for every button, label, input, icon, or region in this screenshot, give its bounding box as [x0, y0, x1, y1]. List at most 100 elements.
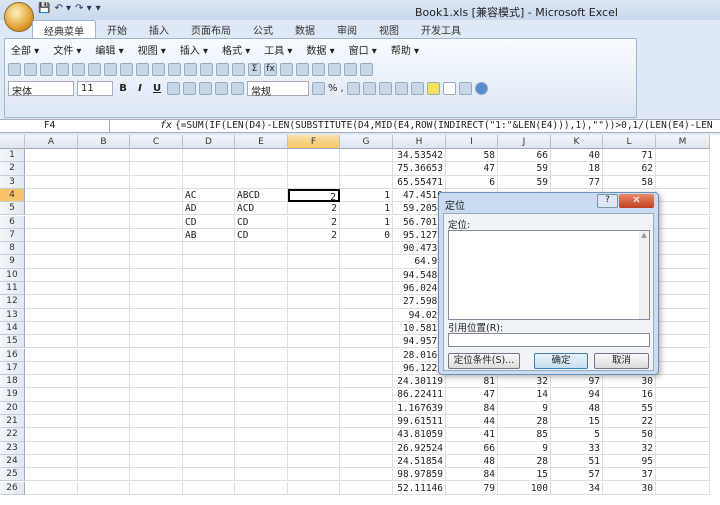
cell-A17[interactable]	[25, 361, 78, 376]
cell-M7[interactable]	[656, 228, 710, 243]
cell-A13[interactable]	[25, 308, 78, 322]
cell-A21[interactable]	[25, 415, 78, 429]
cell-D26[interactable]	[183, 481, 235, 495]
cell-E4[interactable]: ABCD	[235, 188, 288, 203]
cell-C7[interactable]	[130, 228, 183, 243]
cell-G15[interactable]	[340, 335, 393, 349]
cell-J2[interactable]: 59	[498, 162, 551, 176]
pivot-icon[interactable]	[344, 63, 357, 76]
cell-C15[interactable]	[130, 335, 183, 349]
row-header-18[interactable]: 18	[0, 375, 25, 389]
cell-D10[interactable]	[183, 268, 235, 282]
underline-button[interactable]: U	[150, 83, 164, 94]
cell-D2[interactable]	[183, 162, 235, 176]
cell-M18[interactable]	[656, 375, 710, 389]
cell-L23[interactable]: 32	[603, 441, 656, 455]
tab-6[interactable]: 审阅	[326, 20, 368, 38]
cell-A14[interactable]	[25, 321, 78, 336]
fill-color-icon[interactable]	[426, 82, 440, 95]
cell-G4[interactable]: 1	[340, 188, 393, 203]
cell-L1[interactable]: 71	[603, 149, 656, 163]
number-format-select[interactable]: 常规	[247, 81, 309, 98]
cell-B12[interactable]	[78, 295, 130, 309]
qat-button[interactable]: ↶ ▾	[54, 3, 71, 14]
print-preview-icon[interactable]	[104, 63, 117, 76]
cell-M21[interactable]	[656, 415, 710, 429]
cell-C20[interactable]	[130, 401, 183, 415]
copy-icon[interactable]	[152, 63, 165, 76]
cancel-button[interactable]: 取消	[594, 353, 649, 369]
cell-I26[interactable]: 79	[446, 481, 498, 495]
cell-J19[interactable]: 14	[498, 388, 551, 402]
reference-input[interactable]	[448, 333, 650, 347]
row-header-3[interactable]: 3	[0, 175, 25, 189]
cell-C11[interactable]	[130, 282, 183, 296]
cell-E8[interactable]	[235, 242, 288, 256]
ok-button[interactable]: 确定	[534, 353, 588, 369]
increase-indent-icon[interactable]	[394, 82, 408, 95]
cell-B15[interactable]	[78, 335, 130, 349]
cell-A10[interactable]	[25, 268, 78, 282]
row-header-14[interactable]: 14	[0, 321, 25, 336]
cell-G20[interactable]	[340, 401, 393, 415]
tab-8[interactable]: 开发工具	[410, 20, 472, 38]
menu-item[interactable]: 窗口 ▾	[345, 42, 387, 57]
cell-M20[interactable]	[656, 401, 710, 415]
cell-M4[interactable]	[656, 188, 710, 203]
cell-J18[interactable]: 32	[498, 375, 551, 389]
cell-K23[interactable]: 33	[551, 441, 603, 455]
wrap-icon[interactable]	[231, 82, 244, 95]
cell-D25[interactable]	[183, 468, 235, 482]
cell-F10[interactable]	[288, 268, 340, 282]
cell-M26[interactable]	[656, 481, 710, 495]
cell-D24[interactable]	[183, 454, 235, 469]
menu-item[interactable]: 数据 ▾	[302, 42, 344, 57]
form-icon[interactable]	[360, 63, 373, 76]
cell-G25[interactable]	[340, 468, 393, 482]
cell-J22[interactable]: 85	[498, 428, 551, 442]
cell-C23[interactable]	[130, 441, 183, 455]
menu-item[interactable]: 全部 ▾	[7, 42, 49, 57]
cell-B18[interactable]	[78, 375, 130, 389]
cell-C5[interactable]	[130, 202, 183, 216]
row-header-4[interactable]: 4	[0, 188, 25, 203]
cell-A12[interactable]	[25, 295, 78, 309]
cell-I25[interactable]: 84	[446, 468, 498, 482]
cell-A6[interactable]	[25, 215, 78, 229]
cell-A2[interactable]	[25, 162, 78, 176]
row-header-23[interactable]: 23	[0, 441, 25, 455]
cell-G22[interactable]	[340, 428, 393, 442]
cell-K1[interactable]: 40	[551, 149, 603, 163]
cell-E14[interactable]	[235, 321, 288, 336]
cell-C25[interactable]	[130, 468, 183, 482]
cell-F1[interactable]	[288, 149, 340, 163]
special-button[interactable]: 定位条件(S)...	[448, 353, 520, 369]
cell-L3[interactable]: 58	[603, 175, 656, 189]
cell-I21[interactable]: 44	[446, 415, 498, 429]
cell-F6[interactable]: 2	[288, 215, 340, 229]
cell-A18[interactable]	[25, 375, 78, 389]
cell-G23[interactable]	[340, 441, 393, 455]
cell-D19[interactable]	[183, 388, 235, 402]
cell-I24[interactable]: 48	[446, 454, 498, 469]
cell-D12[interactable]	[183, 295, 235, 309]
cell-A3[interactable]	[25, 175, 78, 189]
cell-D6[interactable]: CD	[183, 215, 235, 229]
cell-C16[interactable]	[130, 348, 183, 362]
cell-F14[interactable]	[288, 321, 340, 336]
tab-5[interactable]: 数据	[284, 20, 326, 38]
cell-B24[interactable]	[78, 454, 130, 469]
cell-A24[interactable]	[25, 454, 78, 469]
row-header-11[interactable]: 11	[0, 282, 25, 296]
cell-E10[interactable]	[235, 268, 288, 282]
cell-G8[interactable]	[340, 242, 393, 256]
zoom-icon[interactable]	[458, 82, 472, 95]
cell-H24[interactable]: 24.51854	[393, 454, 446, 469]
cell-D5[interactable]: AD	[183, 202, 235, 216]
hyperlink-icon[interactable]	[232, 63, 245, 76]
cell-D3[interactable]	[183, 175, 235, 189]
cell-K20[interactable]: 48	[551, 401, 603, 415]
paste-icon[interactable]	[168, 63, 181, 76]
cell-E6[interactable]: CD	[235, 215, 288, 229]
cell-A20[interactable]	[25, 401, 78, 415]
